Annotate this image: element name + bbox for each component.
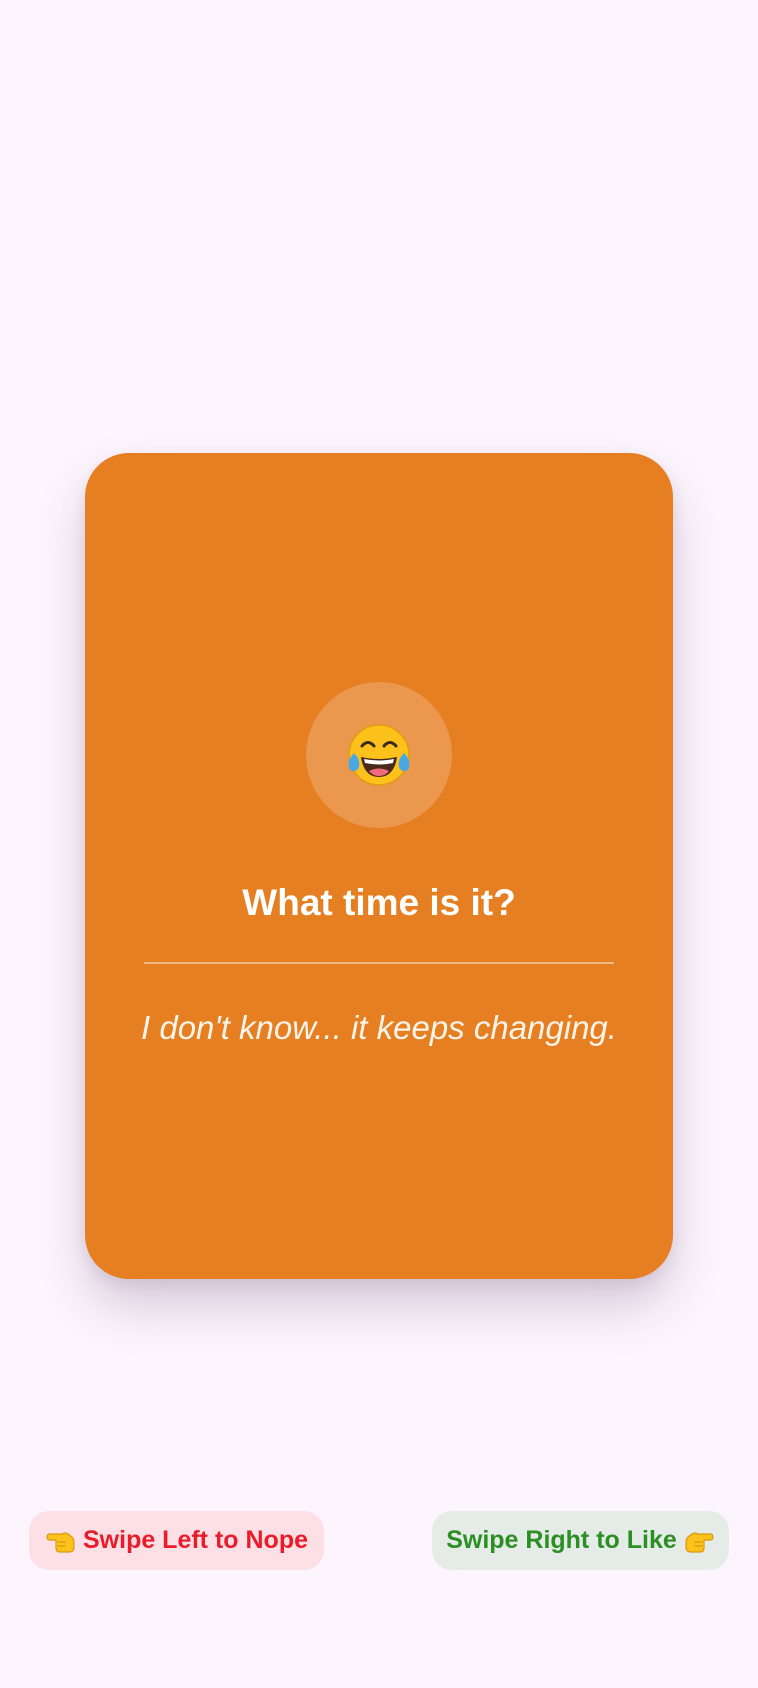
emoji-badge [306, 682, 452, 828]
swipe-left-label: Swipe Left to Nope [83, 1526, 308, 1554]
face-with-tears-of-joy-icon [348, 724, 410, 786]
joke-card[interactable]: What time is it? I don't know... it keep… [85, 453, 673, 1279]
swipe-right-label: Swipe Right to Like [446, 1526, 677, 1554]
swipe-right-like-button[interactable]: Swipe Right to Like [432, 1511, 729, 1570]
card-answer: I don't know... it keeps changing. [141, 1009, 617, 1046]
card-divider [144, 962, 614, 964]
swipe-left-nope-button[interactable]: Swipe Left to Nope [29, 1511, 324, 1570]
pointing-right-hand-icon [685, 1528, 715, 1554]
pointing-left-hand-icon [45, 1528, 75, 1554]
card-question: What time is it? [242, 882, 516, 923]
swipe-screen: What time is it? I don't know... it keep… [0, 0, 758, 1688]
